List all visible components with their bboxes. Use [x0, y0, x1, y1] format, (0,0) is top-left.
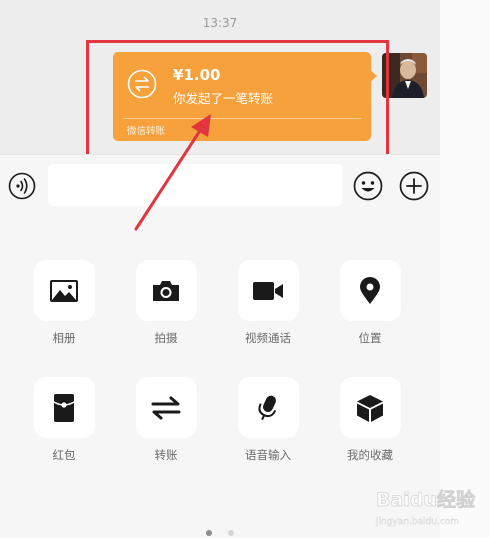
- panel-item-label: 位置: [358, 331, 382, 345]
- panel-item-album[interactable]: 相册: [24, 260, 104, 346]
- voice-icon[interactable]: [8, 172, 36, 200]
- video-call-tile: [237, 260, 299, 321]
- transfer-amount: ¥1.00: [173, 66, 221, 84]
- chat-input-bar: [0, 154, 440, 216]
- plus-icon[interactable]: [399, 171, 429, 201]
- panel-item-label: 我的收藏: [347, 448, 393, 462]
- transfer-footer-label: 微信转账: [127, 126, 166, 137]
- transfer-icon: [151, 396, 181, 419]
- more-functions-panel: 相册 拍摄 视频通话 位置 红包 转账 语音输入 我的收藏: [0, 215, 440, 538]
- location-pin-icon: [360, 276, 380, 304]
- favorites-tile: [339, 377, 401, 438]
- camera-tile: [135, 260, 197, 321]
- message-input[interactable]: [48, 164, 342, 206]
- panel-item-label: 相册: [52, 331, 76, 345]
- page-dot-active[interactable]: [206, 530, 213, 536]
- panel-item-label: 红包: [52, 448, 76, 462]
- emoji-icon[interactable]: [353, 171, 383, 201]
- transfer-message-bubble[interactable]: ¥1.00 你发起了一笔转账 微信转账: [113, 52, 377, 141]
- panel-item-label: 转账: [154, 448, 178, 462]
- album-tile: [33, 260, 95, 321]
- panel-item-red-packet[interactable]: 红包: [24, 377, 104, 463]
- panel-item-video-call[interactable]: 视频通话: [228, 260, 308, 346]
- voice-input-tile: [237, 377, 299, 438]
- transfer-description: 你发起了一笔转账: [173, 91, 274, 106]
- panel-item-favorites[interactable]: 我的收藏: [330, 377, 410, 463]
- location-tile: [339, 260, 401, 321]
- avatar-image: [382, 53, 427, 98]
- panel-item-label: 拍摄: [154, 331, 178, 345]
- page-dot[interactable]: [227, 530, 234, 536]
- panel-item-voice-input[interactable]: 语音输入: [228, 377, 308, 463]
- favorites-cube-icon: [357, 394, 383, 422]
- panel-item-label: 视频通话: [245, 331, 291, 345]
- red-packet-tile: [33, 377, 95, 438]
- camera-icon: [153, 280, 179, 301]
- bubble-tail: [370, 70, 377, 82]
- panel-item-location[interactable]: 位置: [330, 260, 410, 346]
- panel-item-label: 语音输入: [245, 448, 291, 462]
- transfer-arrows-icon: [127, 69, 157, 99]
- red-packet-icon: [53, 393, 75, 422]
- video-call-icon: [253, 281, 283, 300]
- avatar[interactable]: [382, 53, 427, 98]
- page-indicator: [0, 521, 440, 540]
- photo-icon: [50, 279, 78, 302]
- message-timestamp: 13:37: [202, 16, 238, 30]
- panel-item-transfer[interactable]: 转账: [126, 377, 206, 463]
- microphone-icon: [258, 395, 277, 420]
- right-margin: [440, 0, 490, 538]
- transfer-tile: [135, 377, 197, 438]
- panel-item-camera[interactable]: 拍摄: [126, 260, 206, 346]
- bubble-divider: [123, 118, 361, 119]
